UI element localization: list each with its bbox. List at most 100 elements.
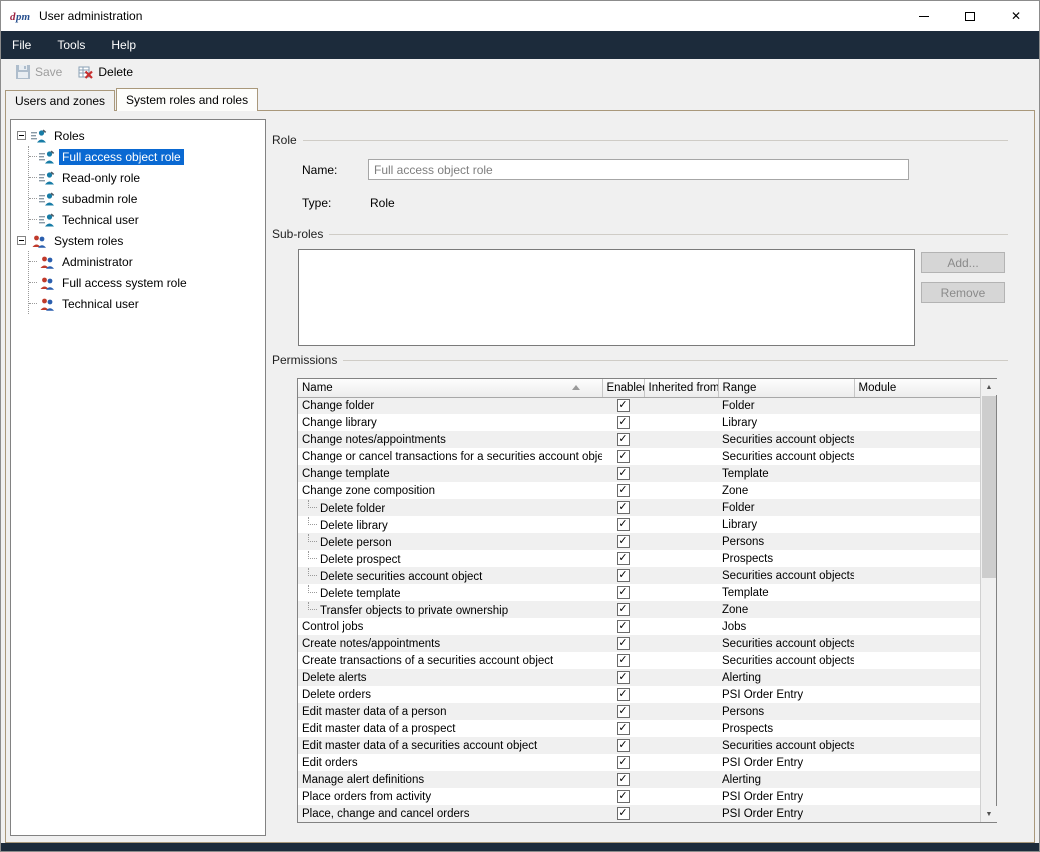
permission-row-delete-orders[interactable]: Delete orders✓PSI Order Entry — [298, 686, 980, 703]
enabled-checkbox[interactable]: ✓ — [617, 603, 630, 616]
range-value: Jobs — [718, 618, 854, 635]
column-header-name[interactable]: Name — [298, 379, 602, 397]
enabled-checkbox[interactable]: ✓ — [617, 790, 630, 803]
enabled-checkbox[interactable]: ✓ — [617, 705, 630, 718]
collapse-icon[interactable] — [17, 236, 26, 245]
enabled-checkbox[interactable]: ✓ — [617, 586, 630, 599]
enabled-checkbox[interactable]: ✓ — [617, 688, 630, 701]
permission-row-change-folder[interactable]: Change folder✓Folder — [298, 397, 980, 414]
enabled-checkbox[interactable]: ✓ — [617, 722, 630, 735]
scroll-down-icon[interactable]: ▼ — [981, 806, 997, 822]
enabled-checkbox[interactable]: ✓ — [617, 484, 630, 497]
permission-row-edit-master-data-of-a-person[interactable]: Edit master data of a person✓Persons — [298, 703, 980, 720]
tree-item-roles[interactable]: Roles — [17, 125, 263, 146]
menu-tools[interactable]: Tools — [44, 31, 98, 59]
tree-item-read-only-role[interactable]: Read-only role — [29, 167, 263, 188]
bottom-strip — [1, 843, 1039, 851]
permissions-scrollbar[interactable]: ▲ ▼ — [980, 379, 996, 822]
enabled-checkbox[interactable]: ✓ — [617, 739, 630, 752]
column-header-range[interactable]: Range — [718, 379, 854, 397]
enabled-checkbox[interactable]: ✓ — [617, 637, 630, 650]
permission-row-edit-orders[interactable]: Edit orders✓PSI Order Entry — [298, 754, 980, 771]
enabled-checkbox[interactable]: ✓ — [617, 416, 630, 429]
permission-row-change-library[interactable]: Change library✓Library — [298, 414, 980, 431]
permission-row-edit-master-data-of-a-prospect[interactable]: Edit master data of a prospect✓Prospects — [298, 720, 980, 737]
inherited-from-value — [644, 652, 718, 669]
permission-name: Delete template — [298, 584, 602, 601]
permissions-table-head: NameEnabledInherited fromRangeModule — [298, 379, 980, 397]
inherited-from-value — [644, 703, 718, 720]
remove-subrole-button[interactable]: Remove — [921, 282, 1005, 303]
tree-item-administrator[interactable]: Administrator — [29, 251, 263, 272]
enabled-checkbox[interactable]: ✓ — [617, 399, 630, 412]
menu-help[interactable]: Help — [98, 31, 149, 59]
column-header-module[interactable]: Module — [854, 379, 980, 397]
tab-system-roles-and-roles[interactable]: System roles and roles — [116, 88, 258, 111]
permission-row-control-jobs[interactable]: Control jobs✓Jobs — [298, 618, 980, 635]
enabled-checkbox[interactable]: ✓ — [617, 450, 630, 463]
tree-item-full-access-system-role[interactable]: Full access system role — [29, 272, 263, 293]
enabled-checkbox[interactable]: ✓ — [617, 773, 630, 786]
module-value — [854, 516, 980, 533]
permission-row-create-transactions-of-a-securities-account-object[interactable]: Create transactions of a securities acco… — [298, 652, 980, 669]
permission-row-delete-securities-account-object[interactable]: Delete securities account object✓Securit… — [298, 567, 980, 584]
permission-row-manage-alert-definitions[interactable]: Manage alert definitions✓Alerting — [298, 771, 980, 788]
permission-row-delete-person[interactable]: Delete person✓Persons — [298, 533, 980, 550]
enabled-checkbox[interactable]: ✓ — [617, 569, 630, 582]
tree-item-full-access-object-role[interactable]: Full access object role — [29, 146, 263, 167]
enabled-checkbox[interactable]: ✓ — [617, 671, 630, 684]
scroll-up-icon[interactable]: ▲ — [981, 379, 997, 395]
sub-roles-listbox[interactable] — [298, 249, 915, 346]
enabled-checkbox[interactable]: ✓ — [617, 501, 630, 514]
add-subrole-button[interactable]: Add... — [921, 252, 1005, 273]
column-header-inherited-from[interactable]: Inherited from — [644, 379, 718, 397]
enabled-checkbox[interactable]: ✓ — [617, 620, 630, 633]
inherited-from-value — [644, 550, 718, 567]
enabled-checkbox[interactable]: ✓ — [617, 433, 630, 446]
collapse-icon[interactable] — [17, 131, 26, 140]
permission-row-change-notes-appointments[interactable]: Change notes/appointments✓Securities acc… — [298, 431, 980, 448]
tree-item-system-roles[interactable]: System roles — [17, 230, 263, 251]
close-icon: ✕ — [1011, 10, 1021, 22]
role-name-input[interactable] — [368, 159, 909, 180]
save-button[interactable]: Save — [7, 60, 70, 84]
delete-icon — [78, 64, 94, 80]
permission-row-place-change-and-cancel-orders[interactable]: Place, change and cancel orders✓PSI Orde… — [298, 805, 980, 822]
delete-button[interactable]: Delete — [70, 60, 141, 84]
tree-item-technical-user[interactable]: Technical user — [29, 209, 263, 230]
permission-row-delete-prospect[interactable]: Delete prospect✓Prospects — [298, 550, 980, 567]
menu-file[interactable]: File — [1, 31, 44, 59]
permission-row-change-template[interactable]: Change template✓Template — [298, 465, 980, 482]
permission-row-edit-master-data-of-a-securities-account-object[interactable]: Edit master data of a securities account… — [298, 737, 980, 754]
tab-users-and-zones[interactable]: Users and zones — [5, 90, 115, 111]
permission-row-change-zone-composition[interactable]: Change zone composition✓Zone — [298, 482, 980, 499]
tree-connector-icon — [308, 551, 317, 559]
enabled-checkbox[interactable]: ✓ — [617, 654, 630, 667]
enabled-checkbox[interactable]: ✓ — [617, 535, 630, 548]
permission-row-delete-folder[interactable]: Delete folder✓Folder — [298, 499, 980, 516]
close-button[interactable]: ✕ — [993, 1, 1039, 31]
permission-row-delete-template[interactable]: Delete template✓Template — [298, 584, 980, 601]
permission-row-delete-alerts[interactable]: Delete alerts✓Alerting — [298, 669, 980, 686]
tree-item-technical-user[interactable]: Technical user — [29, 293, 263, 314]
inherited-from-value — [644, 448, 718, 465]
enabled-checkbox[interactable]: ✓ — [617, 467, 630, 480]
scrollbar-thumb[interactable] — [982, 396, 996, 578]
enabled-checkbox[interactable]: ✓ — [617, 552, 630, 565]
permission-row-create-notes-appointments[interactable]: Create notes/appointments✓Securities acc… — [298, 635, 980, 652]
permission-row-transfer-objects-to-private-ownership[interactable]: Transfer objects to private ownership✓Zo… — [298, 601, 980, 618]
column-header-enabled[interactable]: Enabled — [602, 379, 644, 397]
tree-item-subadmin-role[interactable]: subadmin role — [29, 188, 263, 209]
maximize-button[interactable] — [947, 1, 993, 31]
permission-name: Place, change and cancel orders — [298, 805, 602, 822]
enabled-checkbox[interactable]: ✓ — [617, 756, 630, 769]
permission-name: Manage alert definitions — [298, 771, 602, 788]
permission-row-delete-library[interactable]: Delete library✓Library — [298, 516, 980, 533]
enabled-checkbox[interactable]: ✓ — [617, 807, 630, 820]
permission-row-change-or-cancel-transactions-for-a-securities-account-object[interactable]: Change or cancel transactions for a secu… — [298, 448, 980, 465]
permissions-group-title: Permissions — [272, 353, 337, 367]
minimize-button[interactable] — [901, 1, 947, 31]
enabled-checkbox[interactable]: ✓ — [617, 518, 630, 531]
permission-row-place-orders-from-activity[interactable]: Place orders from activity✓PSI Order Ent… — [298, 788, 980, 805]
range-value: Prospects — [718, 550, 854, 567]
